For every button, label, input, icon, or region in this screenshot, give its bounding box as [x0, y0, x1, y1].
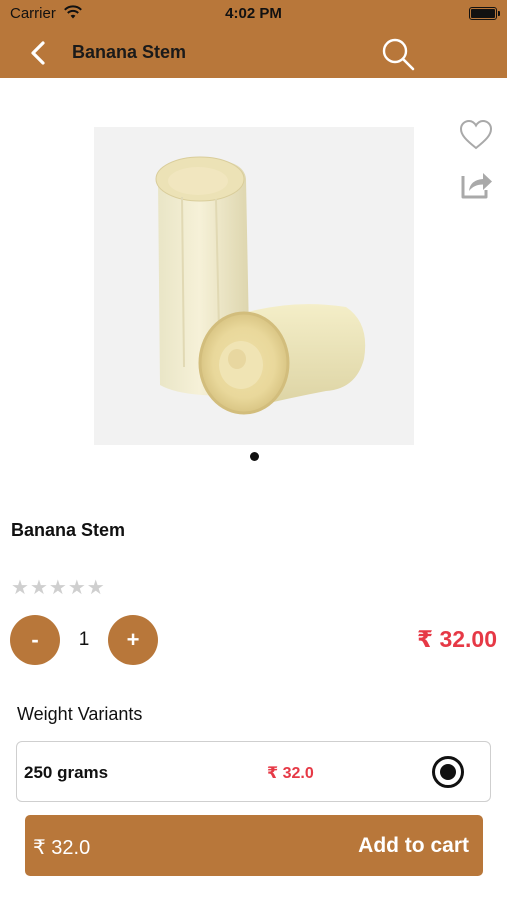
pager-dot-active[interactable]: [250, 452, 259, 461]
nav-bar: Banana Stem: [0, 28, 507, 78]
product-name: Banana Stem: [11, 520, 126, 540]
star-icon[interactable]: ★: [68, 578, 86, 598]
star-icon[interactable]: ★: [11, 578, 29, 598]
status-bar: Carrier 4:02 PM: [0, 0, 507, 28]
add-to-cart-button[interactable]: Add to cart: [358, 834, 469, 858]
banana-stem-illustration: [155, 156, 366, 415]
product-image[interactable]: [94, 127, 414, 445]
battery-icon: [469, 7, 500, 20]
page-title: Banana Stem: [72, 42, 187, 62]
variant-price: ₹ 32.0: [267, 765, 314, 782]
variant-option[interactable]: 250 grams ₹ 32.0: [16, 741, 491, 802]
variant-radio-selected[interactable]: [432, 756, 464, 788]
back-chevron-icon[interactable]: [24, 38, 54, 68]
star-icon[interactable]: ★: [30, 578, 48, 598]
rating-stars[interactable]: ★ ★ ★ ★ ★: [11, 578, 105, 598]
star-icon[interactable]: ★: [87, 578, 105, 598]
heart-outline-icon[interactable]: [458, 118, 494, 152]
product-price: ₹ 32.00: [417, 626, 497, 652]
share-icon[interactable]: [457, 166, 495, 202]
increase-quantity-button[interactable]: +: [108, 615, 158, 665]
cart-total: ₹ 32.0: [33, 837, 91, 859]
clock: 4:02 PM: [225, 5, 282, 22]
variant-name: 250 grams: [24, 763, 109, 782]
quantity-value: 1: [78, 629, 90, 650]
star-icon[interactable]: ★: [49, 578, 67, 598]
decrease-quantity-button[interactable]: -: [10, 615, 60, 665]
weight-variants-title: Weight Variants: [17, 704, 143, 724]
add-to-cart-bar[interactable]: ₹ 32.0 Add to cart: [25, 815, 483, 876]
search-icon[interactable]: [378, 34, 418, 74]
